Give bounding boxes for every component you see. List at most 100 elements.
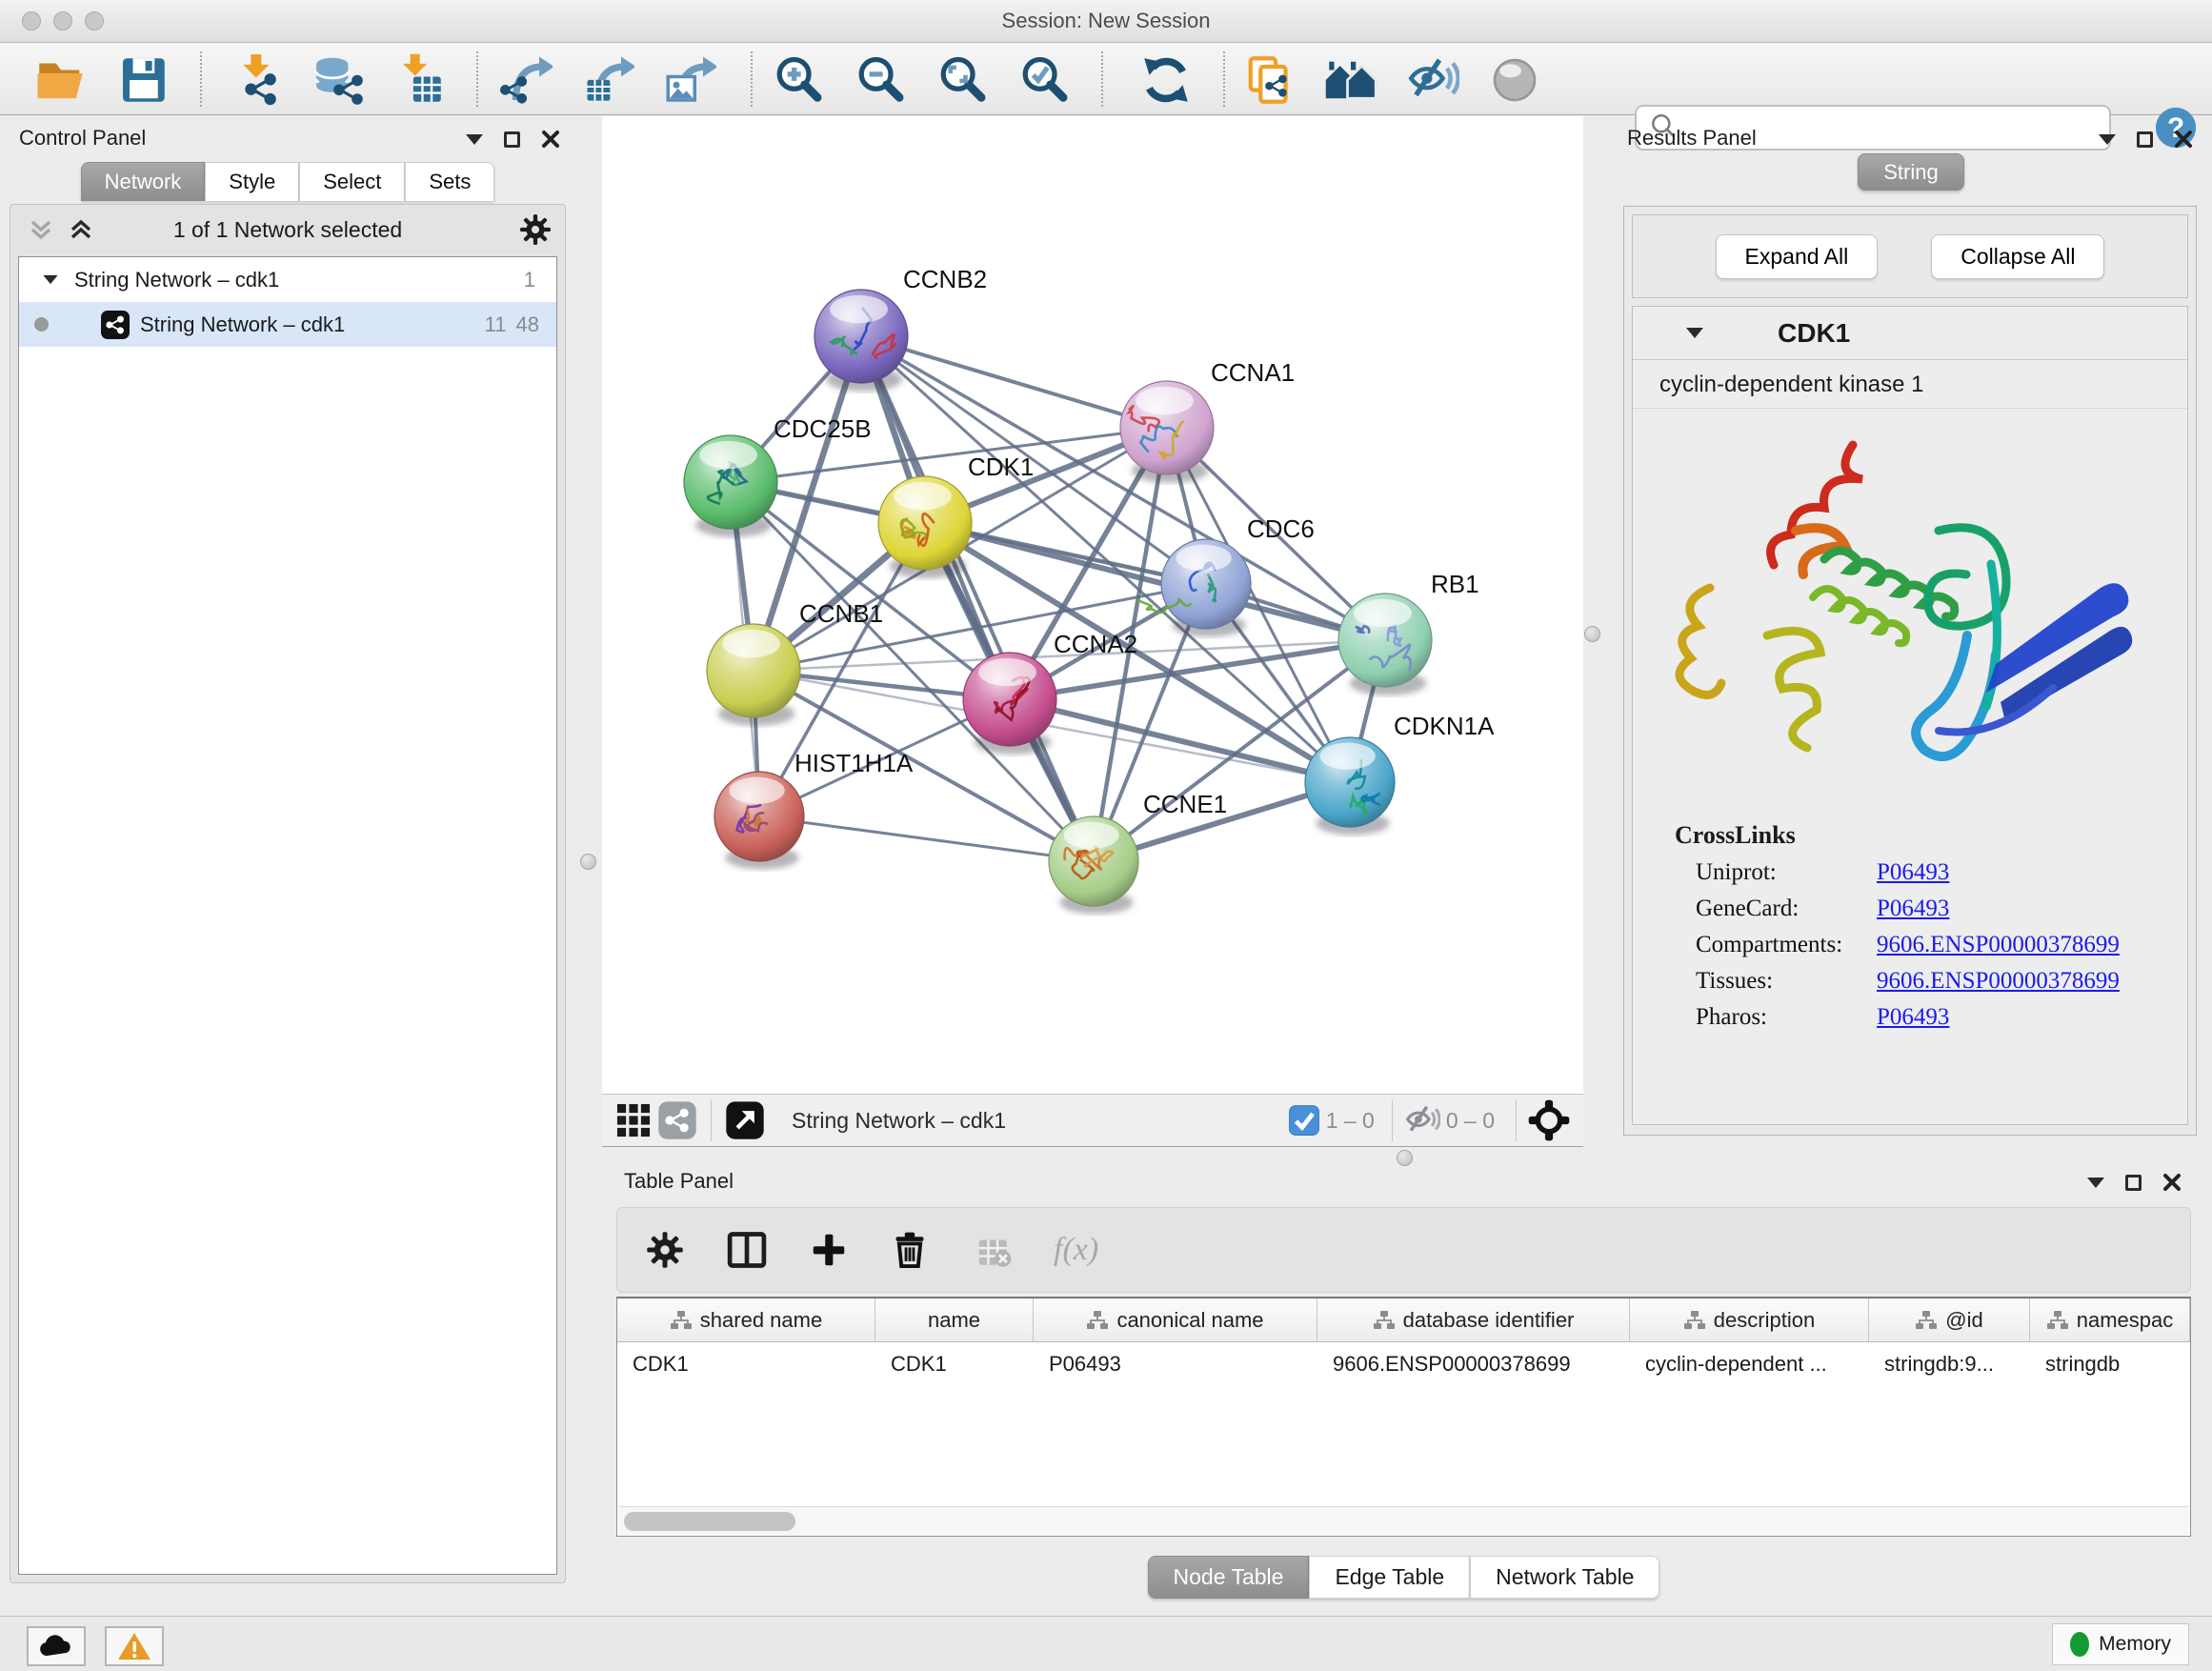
export-table-button[interactable] <box>581 53 634 107</box>
column-header-name[interactable]: name <box>875 1299 1034 1341</box>
network-edge[interactable] <box>759 816 1094 861</box>
crosslink-link[interactable]: P06493 <box>1877 896 1949 922</box>
tab-select[interactable]: Select <box>299 162 405 201</box>
tab-string[interactable]: String <box>1858 153 1963 191</box>
panel-close-icon[interactable] <box>2162 1173 2182 1192</box>
home-pair-button[interactable] <box>1324 53 1377 107</box>
refresh-button[interactable] <box>1139 53 1193 107</box>
network-node-ccna1[interactable] <box>1120 381 1214 483</box>
crosslink-link[interactable]: P06493 <box>1877 859 1949 886</box>
string-view-button[interactable] <box>655 1094 699 1147</box>
network-row[interactable]: String Network – cdk1 11 48 <box>19 302 556 347</box>
import-database-button[interactable] <box>311 53 364 107</box>
warning-status-button[interactable] <box>105 1626 164 1666</box>
network-node-cdkn1a[interactable] <box>1305 737 1395 835</box>
expand-all-button[interactable]: Expand All <box>1716 234 1879 279</box>
crosslink-row: Compartments:9606.ENSP00000378699 <box>1633 922 2187 958</box>
table-cell[interactable]: stringdb <box>2030 1342 2190 1386</box>
network-edge[interactable] <box>925 523 1385 640</box>
bottom-splitter-handle[interactable] <box>1397 1150 1413 1166</box>
network-collection-row[interactable]: String Network – cdk1 1 <box>19 257 556 302</box>
network-edge[interactable] <box>861 336 1167 428</box>
cloud-status-button[interactable] <box>27 1626 86 1666</box>
table-hscrollbar-thumb[interactable] <box>624 1512 795 1531</box>
gray-sphere-button[interactable] <box>1488 53 1541 107</box>
network-node-rb1[interactable] <box>1338 594 1432 695</box>
collapse-all-button[interactable]: Collapse All <box>1931 234 2104 279</box>
node-label: CCNB1 <box>799 599 883 628</box>
column-header--id[interactable]: @id <box>1869 1299 2030 1341</box>
network-node-cdc6[interactable] <box>1136 539 1251 636</box>
crosslink-link[interactable]: P06493 <box>1877 1004 1949 1031</box>
network-node-ccnb2[interactable] <box>814 290 908 392</box>
show-columns-icon[interactable] <box>726 1229 768 1271</box>
left-splitter-handle[interactable] <box>580 854 596 870</box>
create-column-icon[interactable] <box>810 1231 848 1269</box>
network-node-ccne1[interactable] <box>1049 816 1138 914</box>
birdseye-navigator-icon[interactable] <box>1528 1099 1570 1141</box>
panel-close-icon[interactable] <box>541 130 560 149</box>
network-node-ccnb1[interactable] <box>707 624 800 726</box>
tab-sets[interactable]: Sets <box>405 162 494 201</box>
network-canvas[interactable]: CCNB2CCNA1CDC25BCDK1CDC6RB1CCNB1CCNA2CDK… <box>602 116 1583 1094</box>
entry-expander-icon[interactable] <box>1686 328 1703 338</box>
column-header-canonical-name[interactable]: canonical name <box>1034 1299 1317 1341</box>
table-cell[interactable]: stringdb:9... <box>1869 1342 2030 1386</box>
table-cell[interactable]: P06493 <box>1034 1342 1317 1386</box>
import-table-button[interactable] <box>392 53 446 107</box>
panel-close-icon[interactable] <box>2174 130 2193 149</box>
table-cell[interactable]: cyclin-dependent ... <box>1630 1342 1869 1386</box>
network-node-cdk1[interactable] <box>878 476 972 578</box>
crosslink-link[interactable]: 9606.ENSP00000378699 <box>1877 968 2120 995</box>
node-table[interactable]: shared namenamecanonical namedatabase id… <box>616 1297 2191 1537</box>
network-node-cdc25b[interactable] <box>684 435 777 537</box>
column-header-shared-name[interactable]: shared name <box>617 1299 875 1341</box>
tab-edge-table[interactable]: Edge Table <box>1309 1556 1470 1599</box>
zoom-in-button[interactable] <box>772 53 825 107</box>
grid-view-button[interactable] <box>612 1094 655 1147</box>
panel-menu-icon[interactable] <box>2099 134 2116 145</box>
tab-network[interactable]: Network <box>81 162 206 201</box>
table-options-gear-icon[interactable] <box>646 1231 684 1269</box>
zoom-selected-icon <box>1017 53 1071 107</box>
panel-float-icon[interactable] <box>2125 1175 2142 1191</box>
right-splitter-handle[interactable] <box>1584 626 1600 642</box>
zoom-fit-button[interactable] <box>935 53 989 107</box>
delete-column-icon[interactable] <box>890 1230 930 1270</box>
tab-node-table[interactable]: Node Table <box>1148 1556 1310 1599</box>
panel-float-icon[interactable] <box>2137 131 2153 148</box>
panel-menu-icon[interactable] <box>466 134 483 145</box>
table-cell[interactable]: CDK1 <box>617 1342 875 1386</box>
crosslink-link[interactable]: 9606.ENSP00000378699 <box>1877 932 2120 958</box>
table-hscrollbar[interactable] <box>618 1506 2189 1535</box>
tab-network-table[interactable]: Network Table <box>1470 1556 1659 1599</box>
detach-view-button[interactable] <box>723 1094 767 1147</box>
column-header-description[interactable]: description <box>1630 1299 1869 1341</box>
zoom-out-button[interactable] <box>854 53 907 107</box>
network-node-ccna2[interactable] <box>963 653 1056 755</box>
memory-button[interactable]: Memory <box>2052 1623 2189 1665</box>
collection-expander-icon[interactable] <box>43 275 57 284</box>
zoom-selected-button[interactable] <box>1017 53 1071 107</box>
network-edge[interactable] <box>861 336 1094 861</box>
export-network-button[interactable] <box>499 53 553 107</box>
import-network-button[interactable] <box>229 53 282 107</box>
panel-menu-icon[interactable] <box>2087 1178 2104 1188</box>
open-file-button[interactable] <box>34 53 88 107</box>
column-header-database-identifier[interactable]: database identifier <box>1317 1299 1630 1341</box>
table-cell[interactable]: CDK1 <box>875 1342 1034 1386</box>
network-options-gear-icon[interactable] <box>519 213 552 246</box>
panel-float-icon[interactable] <box>504 131 520 148</box>
tab-style[interactable]: Style <box>205 162 299 201</box>
column-header-namespac[interactable]: namespac <box>2030 1299 2190 1341</box>
table-cell[interactable]: 9606.ENSP00000378699 <box>1317 1342 1630 1386</box>
save-icon <box>116 53 170 107</box>
network-node-hist1h1a[interactable] <box>714 772 804 869</box>
selected-nodes-checkbox-icon[interactable] <box>1288 1104 1320 1137</box>
hidden-eye-icon[interactable] <box>1404 1102 1440 1138</box>
hide-eye-button[interactable] <box>1406 53 1459 107</box>
save-button[interactable] <box>116 53 170 107</box>
export-image-button[interactable] <box>663 53 716 107</box>
clipboard-network-button[interactable] <box>1242 53 1296 107</box>
node-label: RB1 <box>1431 570 1479 598</box>
